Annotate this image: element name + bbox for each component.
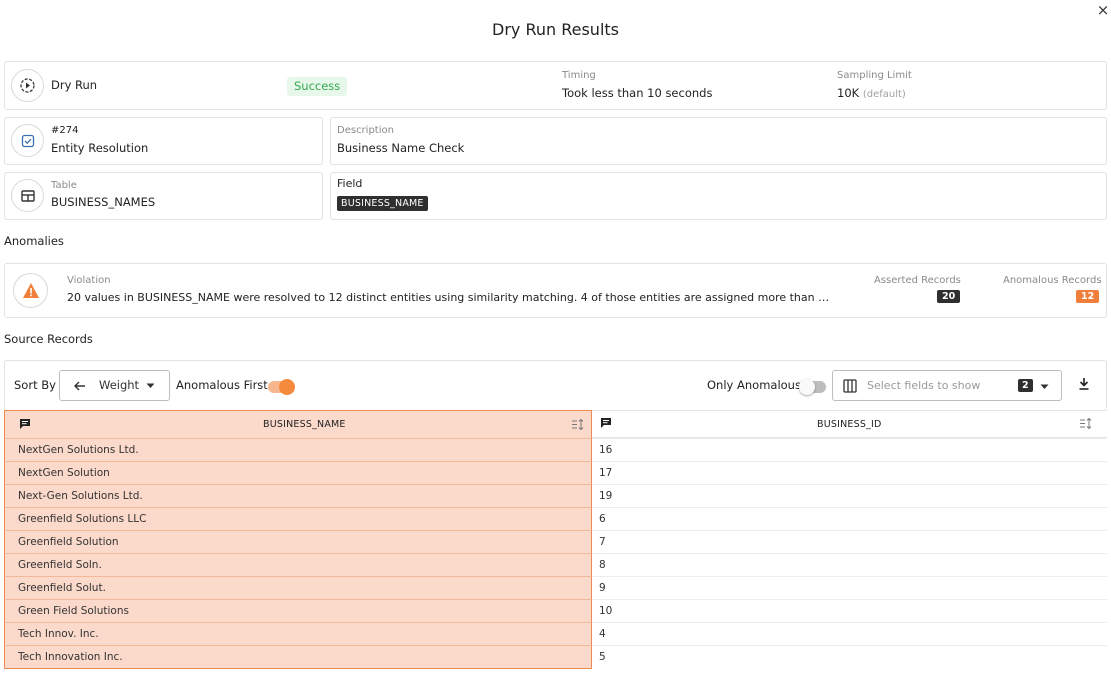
table-cell-business-name: Greenfield Solution [4, 530, 592, 553]
table-cell-business-name: Next-Gen Solutions Ltd. [4, 484, 592, 507]
sort-icon[interactable] [572, 419, 584, 430]
table-label: Table [51, 180, 77, 191]
table-value: BUSINESS_NAMES [51, 195, 156, 209]
table-cell-business-name: Tech Innov. Inc. [4, 622, 592, 645]
table-cell-business-name: Greenfield Solut. [4, 576, 592, 599]
violation-label: Violation [67, 275, 111, 286]
summary-card [4, 61, 1107, 110]
columns-icon [843, 379, 857, 393]
fields-count-badge: 2 [1018, 379, 1033, 392]
table-cell-business-id: 5 [592, 645, 1107, 668]
table-cell-business-id: 7 [592, 530, 1107, 553]
close-icon[interactable]: × [1096, 3, 1110, 18]
sort-icon[interactable] [1080, 418, 1092, 429]
only-anomalous-toggle[interactable] [799, 379, 826, 395]
anomalous-first-label: Anomalous First [176, 378, 268, 392]
table-cell-business-id: 4 [592, 622, 1107, 645]
warning-icon [13, 273, 48, 308]
comment-icon [20, 419, 30, 429]
source-records-heading: Source Records [4, 332, 93, 346]
sampling-limit-number: 10K [837, 86, 860, 100]
chevron-down-icon [1040, 384, 1049, 389]
column-header-business-name[interactable]: BUSINESS_NAME [4, 410, 592, 438]
toggle-knob [799, 379, 815, 395]
field-card [330, 172, 1107, 220]
toggle-knob [279, 379, 295, 395]
timing-value: Took less than 10 seconds [562, 86, 713, 100]
table-cell-business-name: Greenfield Soln. [4, 553, 592, 576]
play-circle-icon [11, 69, 44, 102]
table-cell-business-name: Tech Innovation Inc. [4, 645, 592, 669]
anomalous-first-toggle[interactable] [268, 379, 295, 395]
table-cell-business-id: 17 [592, 461, 1107, 484]
sort-value: Weight [99, 378, 140, 392]
field-chip: BUSINESS_NAME [337, 196, 428, 211]
table-icon [11, 179, 44, 212]
asserted-records-count: 20 [937, 290, 961, 303]
description-label: Description [337, 125, 394, 136]
download-icon[interactable] [1078, 377, 1090, 391]
table-cell-business-name: NextGen Solutions Ltd. [4, 438, 592, 461]
sampling-limit-note: (default) [862, 89, 906, 100]
description-value: Business Name Check [337, 141, 465, 155]
comment-icon [601, 418, 611, 428]
asserted-records-label: Asserted Records [874, 275, 961, 286]
table-cell-business-id: 6 [592, 507, 1107, 530]
table-cell-business-id: 16 [592, 438, 1107, 461]
sort-by-label: Sort By [14, 378, 56, 392]
arrow-left-icon [74, 381, 85, 391]
violation-text: 20 values in BUSINESS_NAME were resolved… [67, 291, 832, 304]
timing-label: Timing [562, 70, 596, 81]
status-badge: Success [287, 77, 348, 96]
table-cell-business-name: Green Field Solutions [4, 599, 592, 622]
anomalies-heading: Anomalies [4, 234, 64, 248]
column-header-label: BUSINESS_NAME [263, 419, 346, 430]
table-cell-business-id: 9 [592, 576, 1107, 599]
fields-select[interactable]: Select fields to show 2 [832, 370, 1062, 401]
dialog-title: Dry Run Results [492, 20, 619, 39]
rule-type: Entity Resolution [51, 141, 149, 155]
anomalous-records-count: 12 [1076, 290, 1100, 303]
column-header-label: BUSINESS_ID [817, 419, 882, 430]
table-cell-business-name: NextGen Solution [4, 461, 592, 484]
fields-select-placeholder: Select fields to show [867, 379, 981, 392]
chevron-down-icon [146, 383, 155, 388]
table-cell-business-name: Greenfield Solutions LLC [4, 507, 592, 530]
sampling-limit-value: 10K (default) [837, 86, 906, 100]
anomalous-records-label: Anomalous Records [1003, 275, 1102, 286]
sort-dropdown[interactable]: Weight [59, 370, 170, 401]
field-label: Field [337, 177, 363, 190]
table-cell-business-id: 10 [592, 599, 1107, 622]
check-id: #274 [51, 125, 79, 136]
table-cell-business-id: 19 [592, 484, 1107, 507]
table-cell-business-id: 8 [592, 553, 1107, 576]
column-header-business-id[interactable]: BUSINESS_ID [592, 410, 1107, 438]
only-anomalous-label: Only Anomalous [707, 378, 801, 392]
sampling-limit-label: Sampling Limit [837, 70, 912, 81]
check-rule-icon [11, 124, 44, 157]
dry-run-label: Dry Run [51, 78, 98, 92]
